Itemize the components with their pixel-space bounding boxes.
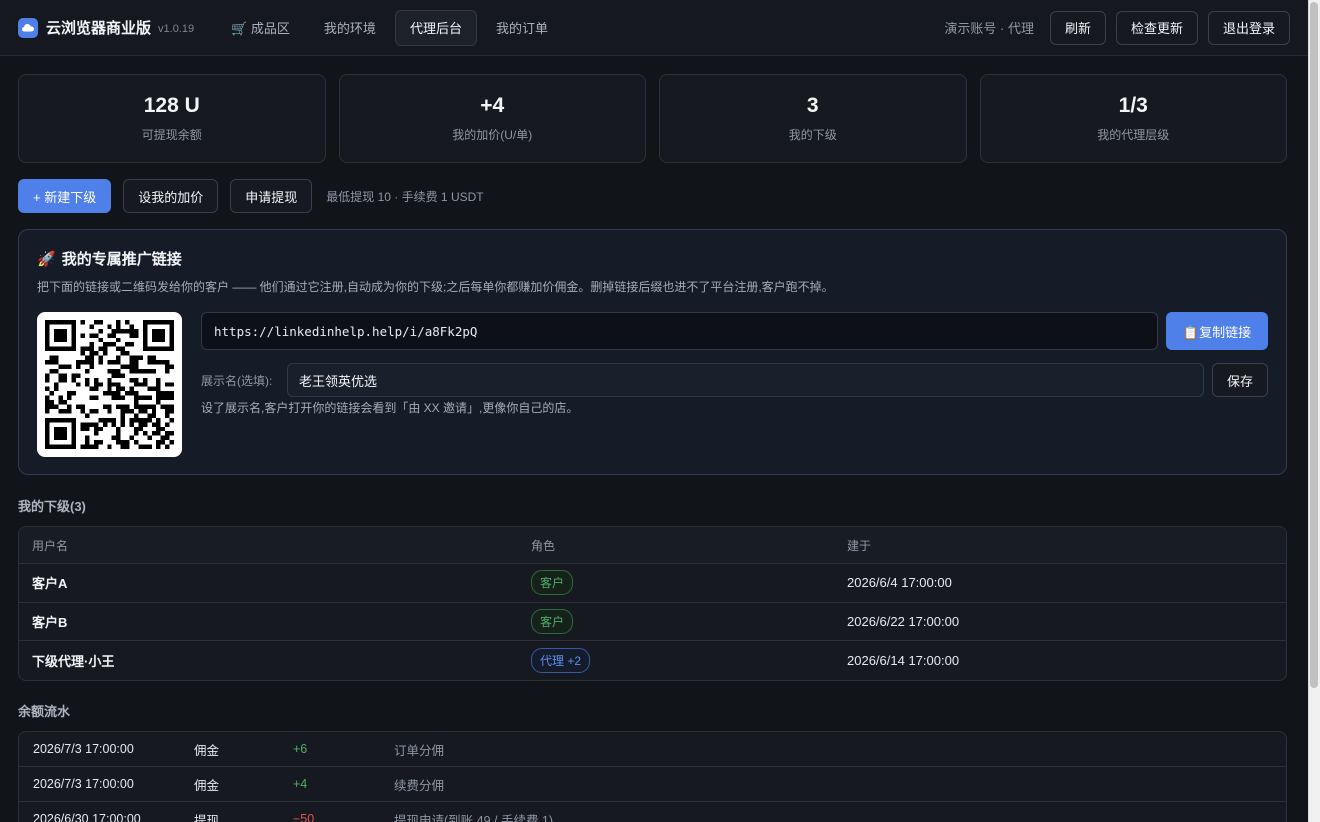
- withdraw-button[interactable]: 申请提现: [230, 179, 313, 213]
- ledger-type: 佣金: [194, 778, 220, 793]
- cell-created: 2026/6/14 17:00:00: [847, 652, 960, 668]
- nav-products[interactable]: 🛒 成品区: [216, 10, 305, 46]
- top-bar: 云浏览器商业版 v1.0.19 🛒 成品区 我的环境 代理后台 我的订单 演示账…: [0, 0, 1308, 56]
- table-row[interactable]: 客户B 客户 2026/6/22 17:00:00: [19, 603, 1286, 641]
- column-created: 建于: [847, 538, 872, 553]
- stat-value: 3: [806, 94, 819, 117]
- stat-label: 我的下级: [788, 128, 837, 142]
- scrollbar-thumb[interactable]: [1310, 2, 1318, 688]
- stat-my-subordinates: 3 我的下级: [659, 74, 967, 163]
- subordinates-table: 用户名 角色 建于 客户A 客户 2026/6/4 17:00:00 客户B 客…: [18, 526, 1287, 681]
- stat-my-markup: +4 我的加价(U/单): [338, 74, 646, 163]
- stat-label: 我的加价(U/单): [452, 128, 533, 142]
- account-label: 演示账号 · 代理: [944, 21, 1034, 36]
- display-name-row: 展示名(选填): 老王领英优选 保存: [201, 363, 1268, 397]
- ledger-note: 续费分佣: [394, 778, 445, 793]
- ledger-note: 提现申请(到账 49 / 手续费 1): [394, 813, 554, 822]
- ledger-amount: +4: [293, 777, 308, 791]
- ledger-time: 2026/7/3 17:00:00: [33, 777, 134, 791]
- promo-title-text: 我的专属推广链接: [61, 251, 182, 268]
- rocket-icon: 🚀: [37, 250, 56, 268]
- cloud-logo-icon: [18, 17, 38, 38]
- header-tools: 演示账号 · 代理 刷新 检查更新 退出登录: [944, 10, 1290, 45]
- promo-description: 把下面的链接或二维码发给你的客户 —— 他们通过它注册,自动成为你的下级;之后每…: [37, 280, 834, 294]
- stat-label: 我的代理层级: [1097, 128, 1170, 142]
- subordinates-title: 我的下级(3): [18, 499, 86, 514]
- app-brand: 云浏览器商业版: [46, 20, 152, 37]
- logout-button[interactable]: 退出登录: [1207, 10, 1290, 45]
- ledger-type: 提现: [194, 813, 220, 822]
- ledger-row: 2026/7/3 17:00:00 佣金 +4 续费分佣: [19, 767, 1286, 802]
- withdraw-hint: 最低提现 10 · 手续费 1 USDT: [326, 189, 484, 204]
- stat-value: 128 U: [143, 94, 200, 117]
- column-role: 角色: [531, 538, 556, 553]
- ledger-row: 2026/6/30 17:00:00 提现 −50 提现申请(到账 49 / 手…: [19, 802, 1286, 822]
- display-name-hint: 设了展示名,客户打开你的链接会看到「由 XX 邀请」,更像你自己的店。: [201, 401, 579, 415]
- ledger-note: 订单分佣: [394, 743, 445, 758]
- role-badge: 客户: [531, 608, 574, 634]
- role-badge: 代理 +2: [531, 647, 591, 673]
- stats-row: 128 U 可提现余额 +4 我的加价(U/单) 3 我的下级 1/3 我的代理…: [18, 74, 1287, 163]
- qr-code-icon: [37, 312, 182, 457]
- table-row[interactable]: 下级代理·小王 代理 +2 2026/6/14 17:00:00: [19, 641, 1286, 680]
- nav-agent-backend[interactable]: 代理后台: [394, 9, 477, 46]
- ledger-amount: +6: [293, 742, 308, 756]
- cell-created: 2026/6/4 17:00:00: [847, 575, 952, 591]
- ledger-row: 2026/7/3 17:00:00 佣金 +6 订单分佣: [19, 732, 1286, 767]
- copy-link-button[interactable]: 📋复制链接: [1166, 312, 1268, 350]
- display-name-label: 展示名(选填):: [201, 373, 273, 388]
- cell-username: 客户B: [32, 614, 68, 630]
- main-nav: 🛒 成品区 我的环境 代理后台 我的订单: [216, 9, 563, 46]
- nav-my-environments[interactable]: 我的环境: [309, 10, 391, 46]
- table-header: 用户名 角色 建于: [19, 527, 1286, 564]
- cell-username: 下级代理·小王: [32, 653, 115, 669]
- role-badge: 客户: [531, 570, 574, 596]
- link-row: https://linkedinhelp.help/i/a8Fk2pQ 📋复制链…: [201, 312, 1268, 350]
- ledger-amount: −50: [293, 812, 315, 822]
- app-version: v1.0.19: [158, 22, 195, 35]
- stat-value: 1/3: [1118, 94, 1148, 117]
- ledger-time: 2026/6/30 17:00:00: [33, 812, 141, 822]
- page-scrollbar[interactable]: [1308, 0, 1320, 822]
- check-update-button[interactable]: 检查更新: [1115, 10, 1198, 45]
- new-subordinate-button[interactable]: + 新建下级: [18, 179, 112, 213]
- promo-link-panel: 🚀 我的专属推广链接 把下面的链接或二维码发给你的客户 —— 他们通过它注册,自…: [18, 229, 1287, 475]
- stat-withdrawable-balance: 128 U 可提现余额: [18, 74, 326, 163]
- table-row[interactable]: 客户A 客户 2026/6/4 17:00:00: [19, 564, 1286, 603]
- stat-label: 可提现余额: [141, 128, 202, 142]
- nav-my-orders[interactable]: 我的订单: [481, 10, 563, 46]
- display-name-input[interactable]: 老王领英优选: [287, 363, 1204, 397]
- save-display-name-button[interactable]: 保存: [1211, 363, 1268, 397]
- cell-created: 2026/6/22 17:00:00: [847, 613, 960, 629]
- cell-username: 客户A: [32, 576, 68, 592]
- ledger-table: 2026/7/3 17:00:00 佣金 +6 订单分佣 2026/7/3 17…: [18, 731, 1287, 822]
- set-markup-button[interactable]: 设我的加价: [123, 179, 219, 213]
- stat-value: +4: [480, 94, 505, 117]
- ledger-time: 2026/7/3 17:00:00: [33, 742, 134, 756]
- promo-title: 🚀 我的专属推广链接: [37, 248, 1268, 269]
- promo-link-field[interactable]: https://linkedinhelp.help/i/a8Fk2pQ: [201, 312, 1158, 350]
- ledger-type: 佣金: [194, 743, 220, 758]
- column-username: 用户名: [32, 538, 69, 553]
- ledger-title: 余额流水: [18, 704, 71, 719]
- refresh-button[interactable]: 刷新: [1049, 10, 1106, 45]
- action-row: + 新建下级 设我的加价 申请提现 最低提现 10 · 手续费 1 USDT: [18, 179, 484, 213]
- stat-agent-level: 1/3 我的代理层级: [979, 74, 1287, 163]
